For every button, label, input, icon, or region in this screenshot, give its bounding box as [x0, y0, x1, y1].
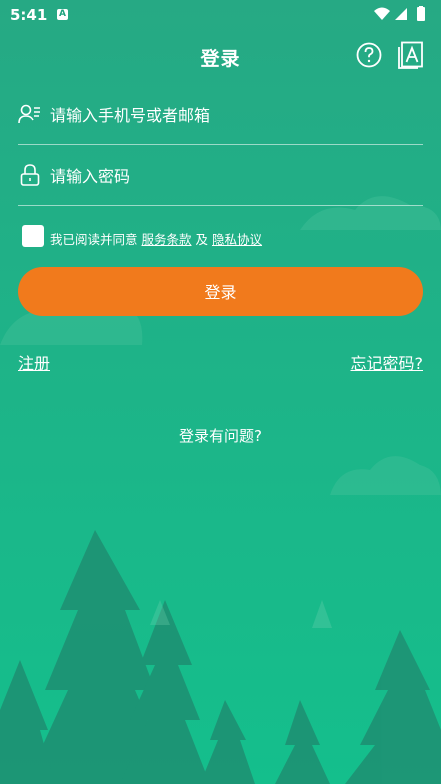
status-icons [373, 6, 431, 26]
register-link[interactable]: 注册 [18, 350, 50, 374]
status-bar: 5:41 A [0, 0, 441, 30]
password-input[interactable] [48, 159, 422, 193]
agreement-row: 我已阅读并同意 服务条款 及 隐私协议 [22, 225, 422, 249]
wifi-icon [374, 7, 390, 20]
question-circle-icon [356, 42, 382, 68]
status-time: 5:41 [10, 6, 48, 24]
help-button[interactable] [356, 42, 382, 68]
font-size-icon [398, 41, 423, 69]
login-button[interactable]: 登录 [18, 267, 423, 316]
header: 登录 [0, 36, 441, 76]
account-input[interactable] [48, 98, 422, 132]
password-input-row [18, 145, 423, 206]
agreement-prefix: 我已阅读并同意 [50, 232, 138, 247]
font-size-button[interactable] [398, 41, 424, 69]
user-list-icon [18, 104, 40, 124]
privacy-link[interactable]: 隐私协议 [212, 232, 262, 247]
signal-icon [395, 8, 407, 20]
terms-link[interactable]: 服务条款 [142, 232, 192, 247]
login-trouble-link[interactable]: 登录有问题? [0, 425, 441, 446]
agreement-conjunction: 及 [195, 232, 209, 247]
account-input-row [18, 84, 423, 145]
forgot-password-link[interactable]: 忘记密码? [351, 350, 424, 374]
notification-badge-icon: A [57, 9, 68, 20]
battery-icon [417, 7, 425, 21]
agreement-text: 我已阅读并同意 服务条款 及 隐私协议 [50, 229, 262, 248]
agreement-checkbox[interactable] [22, 225, 44, 247]
lock-icon [20, 164, 40, 186]
